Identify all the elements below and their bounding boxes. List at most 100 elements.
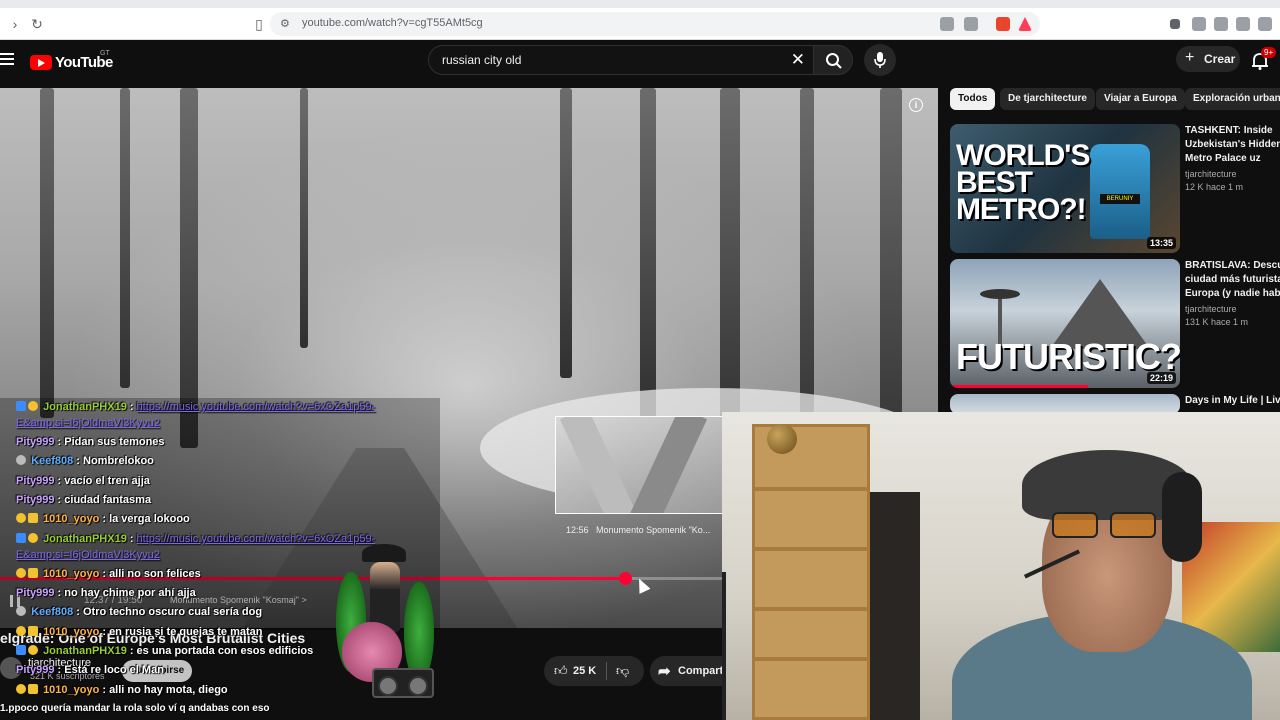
puzzle-icon[interactable]	[1192, 17, 1206, 31]
chat-message: 1010_yoyo: la verga lokooo	[16, 513, 190, 525]
country-code: GT	[100, 50, 110, 57]
recommendation-thumbnail[interactable]: FUTURISTIC?! 22:19	[950, 259, 1180, 388]
cast-icon[interactable]	[964, 17, 978, 31]
recommendation-meta: 12 K hace 1 m	[1185, 182, 1244, 192]
clear-search-icon[interactable]: ✕	[791, 50, 805, 70]
media-icon[interactable]	[1214, 17, 1228, 31]
chat-link[interactable]: https://music.youtube.com/watch?v=6xOZa1…	[137, 401, 376, 413]
recommendation-thumbnail[interactable]	[950, 394, 1180, 414]
plant-graphic	[404, 582, 434, 682]
url-text: youtube.com/watch?v=cgT55AMt5cg	[302, 17, 483, 29]
watched-progress-bar	[950, 385, 1088, 388]
chip-urban-exploration[interactable]: Exploración urbana	[1185, 88, 1280, 110]
filter-chips: Todos De tjarchitecture Viajar a Europa …	[950, 88, 1280, 110]
title-line: TASHKENT: Inside	[1185, 125, 1273, 136]
brave-shield-icon[interactable]	[996, 17, 1010, 31]
badge-icon	[28, 626, 38, 636]
chat-text: Nombrelokoo	[83, 455, 154, 467]
preview-chapter: Monumento Spomenik "Ko...	[596, 525, 711, 535]
chat-text: es una portada con esos edificios	[136, 645, 314, 657]
youtube-header: YouTube GT russian city old ✕ + Crear 9+	[0, 40, 1280, 88]
chat-username: JonathanPHX19	[43, 645, 127, 657]
tree-trunk	[180, 88, 198, 448]
chat-message: JonathanPHX19: es una portada con esos e…	[16, 645, 313, 657]
chat-text: ciudad fantasma	[64, 494, 152, 506]
chat-link-continued[interactable]: E&amp;si=I6jOldmaVl3Kyvu2	[16, 417, 160, 429]
plus-icon: +	[1185, 49, 1195, 66]
chat-username: 1010_yoyo	[43, 626, 100, 638]
chat-text: alli no son felices	[109, 568, 201, 580]
badge-icon	[28, 645, 38, 655]
badge-icon	[16, 455, 26, 465]
search-query: russian city old	[442, 53, 522, 67]
ufo-bridge-image	[980, 289, 1020, 299]
title-line: Uzbekistan's Hidden S	[1185, 139, 1280, 150]
sidebar-icon[interactable]	[1236, 17, 1250, 31]
seek-preview-thumbnail	[555, 416, 723, 514]
badge-icon	[28, 684, 38, 694]
youtube-logo[interactable]: YouTube GT	[30, 50, 113, 72]
share-button[interactable]: ➦ Compartir	[650, 656, 731, 686]
create-button[interactable]: + Crear	[1176, 46, 1240, 72]
search-input[interactable]: russian city old ✕	[428, 45, 814, 75]
boombox-graphic	[372, 668, 434, 698]
chip-travel-europe[interactable]: Viajar a Europa	[1096, 88, 1185, 110]
scrubber-handle[interactable]	[618, 572, 632, 585]
chat-username: 1010_yoyo	[43, 513, 100, 525]
bookmark-icon[interactable]: ▯	[250, 15, 268, 33]
menu-icon[interactable]	[0, 53, 14, 67]
divider	[606, 662, 607, 680]
train-destination-sign: BERUNIY	[1100, 194, 1140, 204]
chat-message: Keef808: Nombrelokoo	[16, 455, 154, 467]
info-icon[interactable]: i	[909, 98, 923, 112]
forward-icon[interactable]: ›	[6, 15, 24, 33]
like-dislike-group: 👍︎ 25 K 👎︎	[544, 656, 644, 686]
reload-icon[interactable]: ↻	[28, 15, 46, 33]
tree-trunk	[40, 88, 54, 418]
sticker-overlay	[332, 542, 436, 704]
site-info-icon[interactable]: ⚙	[280, 17, 292, 31]
browser-toolbar: › ↻ ▯ ⚙ youtube.com/watch?v=cgT55AMt5cg	[0, 0, 1280, 40]
preview-time: 12:56	[566, 525, 589, 535]
chip-channel[interactable]: De tjarchitecture	[1000, 88, 1095, 110]
chat-link-continued[interactable]: E&amp;si=I6jOldmaVl3Kyvu2	[16, 549, 160, 561]
recommendation-meta: 131 K hace 1 m	[1185, 317, 1249, 327]
chat-username: Pity999	[16, 436, 55, 448]
extension-icon[interactable]	[1170, 19, 1180, 29]
badge-icon	[28, 401, 38, 411]
recommendation-channel[interactable]: tjarchitecture	[1185, 304, 1237, 314]
tree-trunk	[120, 88, 130, 388]
like-count: 25 K	[573, 665, 597, 677]
recommendation-title[interactable]: TASHKENT: Inside Uzbekistan's Hidden S M…	[1185, 124, 1280, 166]
thumbnail-text: WORLD'S BEST METRO?!	[956, 139, 1090, 226]
thumbs-down-icon[interactable]: 👎︎	[616, 663, 630, 678]
chat-message: 1010_yoyo: alli no son felices	[16, 568, 201, 580]
chat-text: la verga lokooo	[109, 513, 190, 525]
search-icon	[826, 53, 842, 69]
wallet-icon[interactable]	[1258, 17, 1272, 31]
thumbs-up-icon[interactable]: 👍︎	[554, 663, 568, 678]
tree-trunk	[300, 88, 308, 348]
badge-icon	[16, 684, 26, 694]
voice-search-button[interactable]	[864, 44, 896, 76]
chat-text: alli no hay mota, diego	[109, 684, 228, 696]
tripod	[722, 572, 726, 720]
title-line: BRATISLAVA: Descub	[1185, 260, 1280, 271]
chat-text: Otro techno oscuro cual sería dog	[83, 606, 263, 618]
recommendation-title[interactable]: BRATISLAVA: Descub ciudad más futurista …	[1185, 259, 1280, 301]
recommendation-title[interactable]: Days in My Life | Livin	[1185, 394, 1280, 408]
chat-username: Keef808	[31, 606, 74, 618]
thumbnail-text: FUTURISTIC?!	[956, 336, 1180, 377]
chat-text: vacío el tren ajja	[64, 475, 150, 487]
address-bar[interactable]: ⚙ youtube.com/watch?v=cgT55AMt5cg	[270, 12, 1040, 36]
chat-message: Pity999: Está re loco el Man	[16, 664, 164, 676]
title-line: ciudad más futurista d	[1185, 274, 1280, 285]
translate-icon[interactable]	[940, 17, 954, 31]
chip-all[interactable]: Todos	[950, 88, 996, 110]
badge-icon	[16, 513, 26, 523]
recommendation-thumbnail[interactable]: BERUNIY WORLD'S BEST METRO?! 13:35	[950, 124, 1180, 253]
recommendation-channel[interactable]: tjarchitecture	[1185, 169, 1237, 179]
badge-icon	[16, 401, 26, 411]
search-button[interactable]	[813, 45, 853, 75]
badge-icon	[16, 606, 26, 616]
